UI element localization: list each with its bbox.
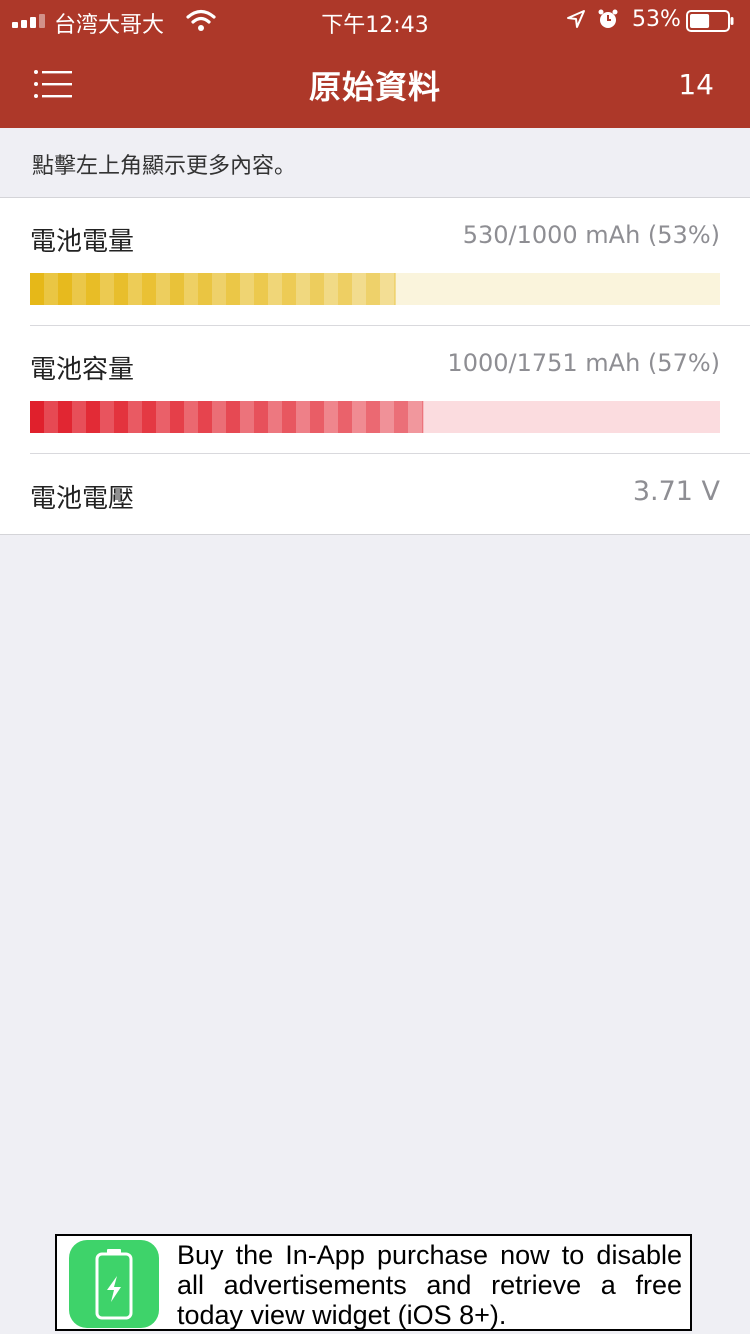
location-arrow-icon bbox=[567, 10, 585, 28]
progress-stripe bbox=[100, 401, 114, 433]
divider bbox=[30, 325, 750, 326]
progress-stripe bbox=[198, 401, 212, 433]
page-title: 原始資料 bbox=[308, 68, 441, 106]
progress-stripe bbox=[226, 273, 240, 305]
progress-stripe bbox=[114, 401, 128, 433]
alarm-clock-icon bbox=[598, 9, 618, 28]
battery-percent: 53% bbox=[632, 7, 681, 32]
progress-stripe bbox=[198, 273, 212, 305]
progress-stripe bbox=[324, 273, 338, 305]
progress-stripe bbox=[282, 401, 296, 433]
capacity-progress-bar bbox=[30, 401, 720, 433]
progress-stripe bbox=[72, 273, 86, 305]
progress-stripe bbox=[310, 273, 324, 305]
advertisement-banner[interactable]: Buy the In-App purchase now to disable a… bbox=[55, 1234, 692, 1331]
progress-stripe bbox=[310, 401, 324, 433]
row-value: 530/1000 mAh (53%) bbox=[462, 221, 720, 249]
progress-stripe bbox=[380, 401, 394, 433]
progress-stripe bbox=[394, 401, 408, 433]
progress-stripe bbox=[114, 273, 128, 305]
progress-stripe bbox=[366, 273, 380, 305]
progress-stripe bbox=[324, 401, 338, 433]
row-value: 1000/1751 mAh (57%) bbox=[447, 349, 720, 377]
progress-stripe bbox=[156, 401, 170, 433]
row-label: 電池電壓 bbox=[30, 484, 135, 514]
progress-stripe bbox=[296, 273, 310, 305]
progress-stripe bbox=[142, 401, 156, 433]
progress-stripe bbox=[30, 273, 44, 305]
progress-stripe bbox=[352, 273, 366, 305]
top-bar: 台湾大哥大 下午12:43 53% 原始資料 14 bbox=[0, 0, 750, 128]
progress-stripe bbox=[170, 401, 184, 433]
progress-stripe bbox=[240, 273, 254, 305]
progress-stripe bbox=[86, 273, 100, 305]
divider bbox=[30, 453, 750, 454]
charge-progress-bar bbox=[30, 273, 720, 305]
row-label: 電池電量 bbox=[30, 227, 135, 257]
progress-stripe bbox=[128, 273, 142, 305]
progress-stripe bbox=[156, 273, 170, 305]
progress-stripe bbox=[240, 401, 254, 433]
status-bar: 台湾大哥大 下午12:43 53% bbox=[0, 0, 750, 40]
hint-text: 點擊左上角顯示更多內容。 bbox=[32, 154, 297, 179]
battery-info-list: 電池電量 530/1000 mAh (53%) 電池容量 1000/1751 m… bbox=[0, 197, 750, 535]
progress-stripe bbox=[268, 273, 282, 305]
progress-stripe bbox=[58, 401, 72, 433]
progress-stripe bbox=[58, 273, 72, 305]
progress-stripe bbox=[72, 401, 86, 433]
progress-stripe bbox=[366, 401, 380, 433]
progress-stripe bbox=[338, 401, 352, 433]
progress-stripe bbox=[30, 401, 44, 433]
progress-stripe bbox=[212, 273, 226, 305]
ad-text: Buy the In-App purchase now to disable a… bbox=[177, 1240, 682, 1330]
progress-stripe bbox=[170, 273, 184, 305]
row-value: 3.71 V bbox=[632, 476, 720, 507]
progress-stripe bbox=[44, 273, 58, 305]
progress-stripe bbox=[268, 401, 282, 433]
progress-stripe bbox=[352, 401, 366, 433]
progress-stripe bbox=[254, 401, 268, 433]
progress-stripe bbox=[282, 273, 296, 305]
progress-stripe bbox=[128, 401, 142, 433]
progress-stripe bbox=[254, 273, 268, 305]
row-label: 電池容量 bbox=[30, 355, 135, 385]
progress-stripe bbox=[422, 401, 424, 433]
progress-stripe bbox=[408, 401, 422, 433]
progress-stripe bbox=[100, 273, 114, 305]
progress-stripe bbox=[44, 401, 58, 433]
battery-app-icon bbox=[69, 1240, 159, 1328]
progress-stripe bbox=[296, 401, 310, 433]
item-count: 14 bbox=[678, 68, 714, 101]
progress-stripe bbox=[380, 273, 394, 305]
progress-stripe bbox=[212, 401, 226, 433]
progress-stripe bbox=[86, 401, 100, 433]
progress-stripe bbox=[184, 273, 198, 305]
progress-stripe bbox=[226, 401, 240, 433]
progress-stripe bbox=[338, 273, 352, 305]
battery-icon bbox=[686, 10, 734, 32]
progress-stripe bbox=[142, 273, 156, 305]
navigation-bar: 原始資料 14 bbox=[0, 40, 750, 128]
progress-stripe bbox=[184, 401, 198, 433]
progress-stripe bbox=[394, 273, 396, 305]
